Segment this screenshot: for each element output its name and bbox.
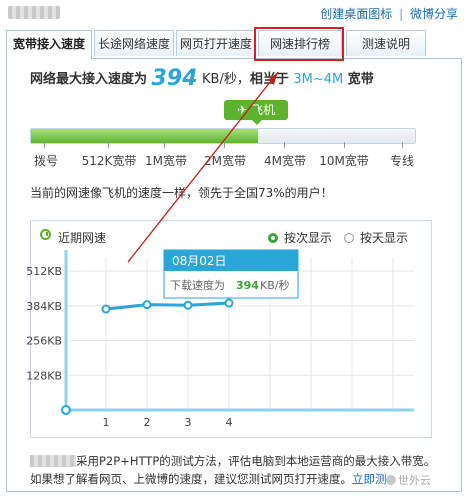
watermark-logo-icon: [386, 475, 396, 485]
radio-unselected-icon: [344, 233, 354, 243]
airplane-icon: ✈: [237, 103, 248, 117]
scale-label: 1M宽带: [145, 154, 187, 168]
tab-label: 测速说明: [361, 37, 410, 51]
scale-label: 专线: [389, 154, 415, 168]
note-line-1: 采用P2P+HTTP的测试方法，评估电脑到本地运营商的最大接入带宽。: [76, 454, 436, 468]
scale-label: 2M宽带: [204, 154, 246, 168]
speed-level-bar-fill: [31, 129, 258, 143]
clock-icon: [40, 229, 51, 240]
chart-title: 近期网速: [58, 231, 107, 245]
tab-webpage-speed[interactable]: 网页打开速度: [176, 30, 256, 56]
scale-ticks: [30, 142, 416, 152]
scale-label: 4M宽带: [264, 154, 306, 168]
footer-note: 采用P2P+HTTP的测试方法，评估电脑到本地运营商的最大接入带宽。 如果想了解…: [30, 452, 435, 488]
headline-suffix: 宽带: [347, 72, 374, 87]
tab-label: 宽带接入速度: [12, 37, 85, 51]
note-line-2: 如果想了解看网页、上微博的速度，建议您测试网页打开速度。: [30, 472, 352, 486]
recent-speed-chart-panel: [30, 220, 432, 438]
badge-label: 飞机: [250, 103, 275, 117]
tab-access-speed[interactable]: 宽带接入速度: [6, 30, 92, 59]
create-desktop-icon-link[interactable]: 创建桌面图标: [320, 7, 392, 21]
blurred-logo: [8, 6, 60, 19]
link-separator: |: [399, 7, 404, 21]
weibo-share-link[interactable]: 微博分享: [410, 7, 458, 21]
scale-label: 512K宽带: [81, 154, 137, 168]
speed-comparison-text: 当前的网速像飞机的速度一样，领先于全国73%的用户！: [30, 186, 333, 200]
headline-prefix: 网络最大接入速度为: [30, 72, 148, 87]
tab-bar: 宽带接入速度 长途网络速度 网页打开速度 网速排行榜 测速说明: [6, 30, 462, 59]
bandwidth-range: 3M~4M: [293, 72, 344, 87]
top-bar: 创建桌面图标 | 微博分享: [0, 0, 468, 28]
tab-speed-info[interactable]: 测速说明: [346, 30, 426, 56]
radio-label: 按天显示: [360, 231, 409, 245]
tab-label: 网页打开速度: [179, 37, 252, 51]
radio-selected-icon: [268, 233, 278, 243]
blurred-text: [30, 455, 76, 467]
watermark: 世外云: [386, 472, 431, 488]
watermark-text: 世外云: [398, 474, 431, 487]
tab-long-distance-speed[interactable]: 长途网络速度: [94, 30, 174, 56]
scale-label: 拨号: [33, 154, 59, 168]
speed-unit: KB/秒，: [202, 72, 250, 87]
speed-level-badge: ✈ 飞机: [224, 100, 288, 125]
radio-by-count[interactable]: 按次显示: [268, 229, 332, 246]
top-links: 创建桌面图标 | 微博分享: [320, 5, 458, 22]
scale-labels: 拨号 512K宽带 1M宽带 2M宽带 4M宽带 10M宽带 专线: [0, 152, 468, 168]
ranking-tab-highlight-box: [254, 27, 344, 61]
test-now-link[interactable]: 立即测: [352, 472, 387, 486]
radio-label: 按次显示: [284, 231, 333, 245]
max-speed-value: 394: [151, 66, 198, 91]
tab-label: 长途网络速度: [97, 37, 170, 51]
headline-equiv: 相当于: [249, 72, 289, 87]
radio-by-day[interactable]: 按天显示: [344, 229, 408, 246]
speed-headline: 网络最大接入速度为 394 KB/秒，相当于 3M~4M 宽带: [30, 66, 374, 91]
scale-label: 10M宽带: [319, 154, 369, 168]
